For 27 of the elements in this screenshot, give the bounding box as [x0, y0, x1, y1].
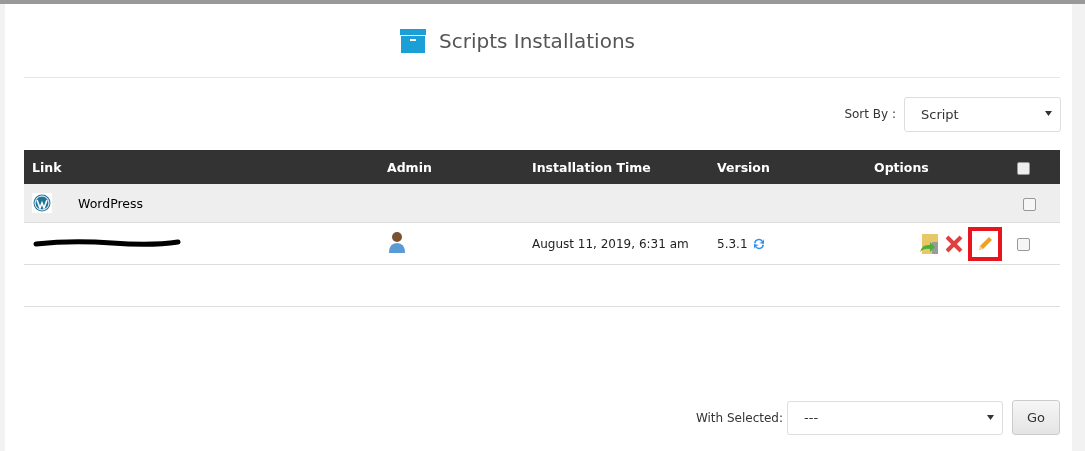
row-checkbox[interactable]	[1017, 238, 1030, 251]
page-title: Scripts Installations	[439, 28, 635, 53]
dropdown-caret-icon	[1045, 110, 1052, 116]
column-header: Admin	[386, 159, 433, 175]
sort-select[interactable]: Script	[904, 96, 1061, 132]
go-button[interactable]: Go	[1012, 400, 1060, 435]
delete-icon[interactable]	[944, 233, 964, 254]
column-header: Options	[873, 159, 930, 175]
box-icon	[399, 26, 427, 55]
pencil-icon	[976, 234, 994, 253]
column-header: Installation Time	[531, 159, 652, 175]
version-text: 5.3.1	[717, 236, 748, 251]
script-name: WordPress	[78, 195, 144, 211]
with-selected-label: With Selected:	[695, 410, 783, 425]
sort-label: Sort By :	[844, 107, 896, 121]
select-all-checkbox[interactable]	[1017, 161, 1030, 175]
action-select[interactable]: ---	[787, 400, 1003, 435]
refresh-icon[interactable]	[751, 236, 766, 251]
column-header: Version	[716, 159, 771, 175]
group-checkbox[interactable]	[1023, 197, 1036, 211]
backup-icon[interactable]	[918, 231, 940, 256]
installation-time: August 11, 2019, 6:31 am	[531, 236, 690, 251]
dropdown-caret-icon	[987, 414, 994, 420]
wordpress-icon	[32, 193, 52, 213]
column-header: Link	[31, 159, 63, 175]
edit-button[interactable]	[968, 226, 1002, 261]
user-icon[interactable]	[387, 230, 407, 254]
